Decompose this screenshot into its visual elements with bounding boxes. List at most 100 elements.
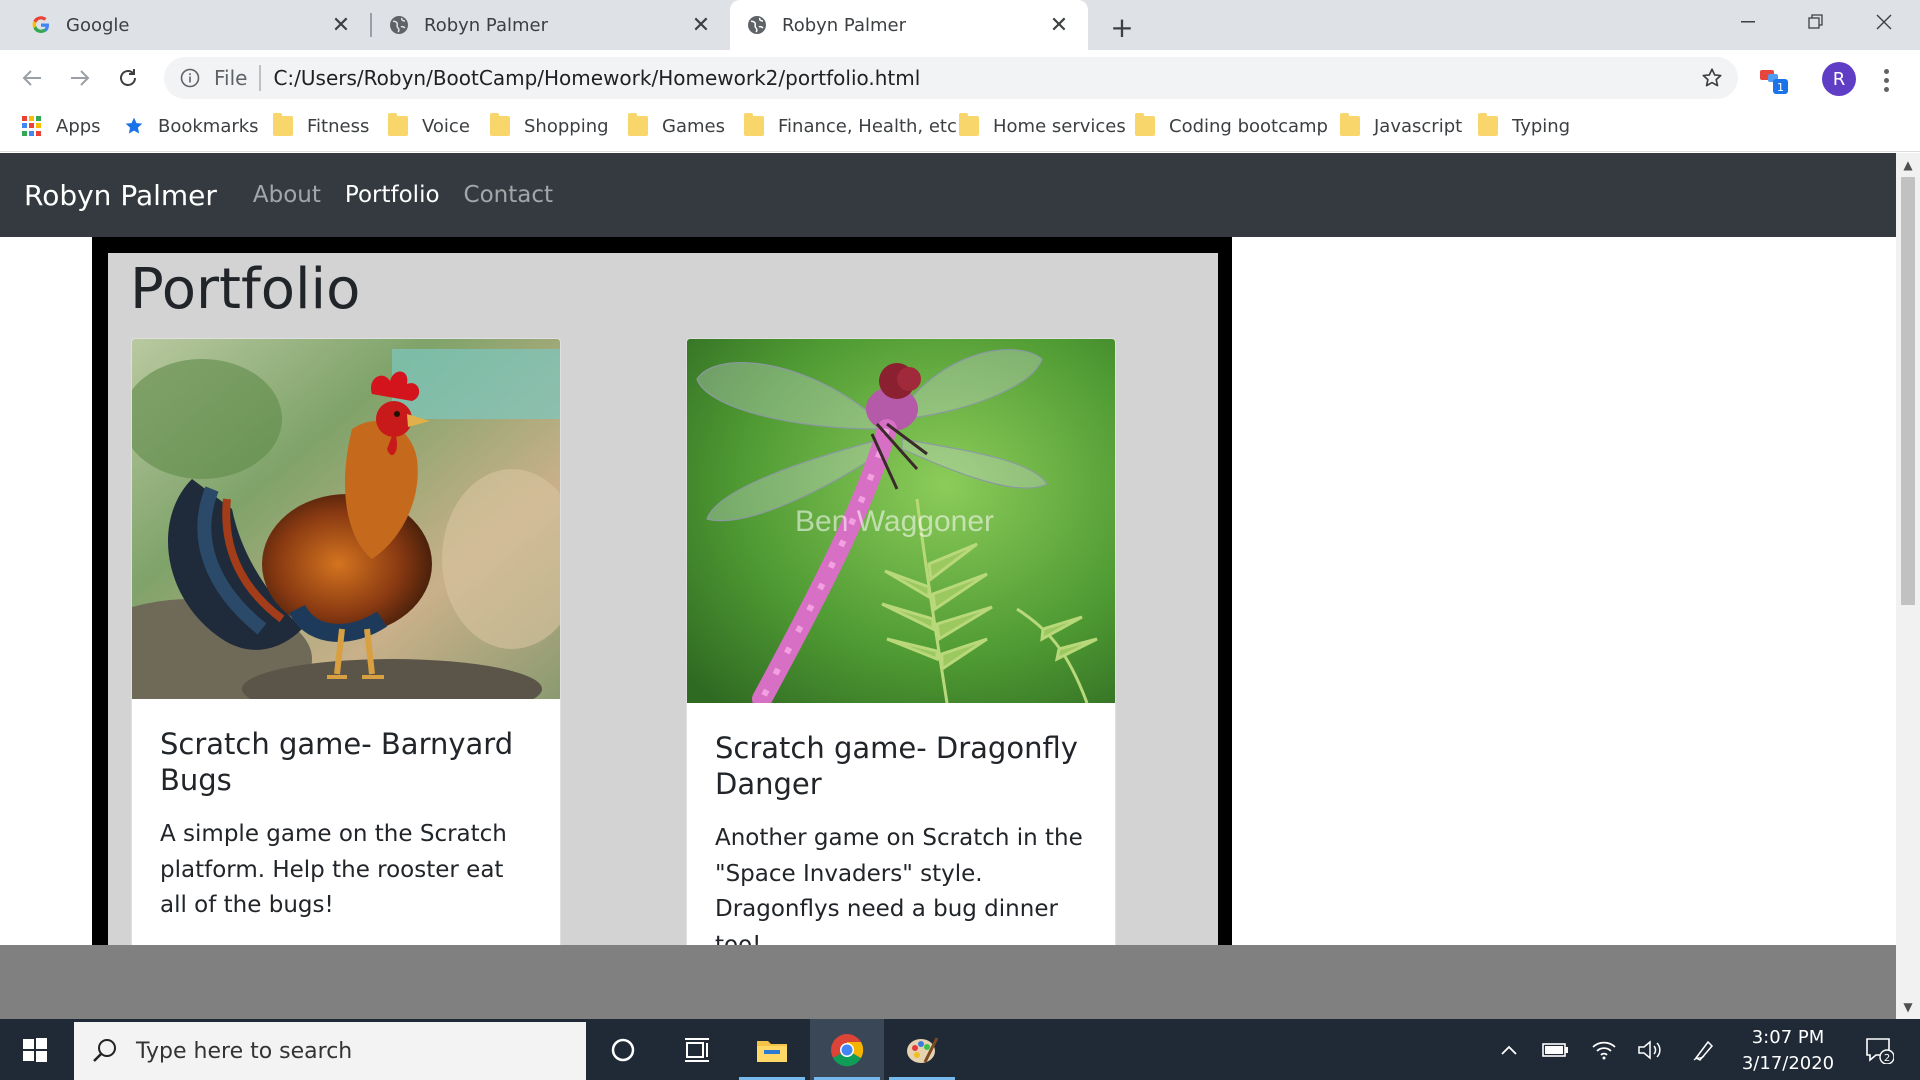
pen-ink-icon[interactable] [1686, 1019, 1722, 1080]
tab-robyn-palmer-active[interactable]: Robyn Palmer ✕ [730, 0, 1088, 50]
bookmark-label: Javascript [1374, 115, 1463, 137]
nav-about[interactable]: About [253, 182, 321, 208]
bookmark-typing[interactable]: Typing [1478, 106, 1570, 146]
google-icon [30, 14, 52, 36]
address-divider [259, 65, 262, 91]
url-text[interactable]: C:/Users/Robyn/BootCamp/Homework/Homewor… [273, 66, 1692, 90]
browser-toolbar: File C:/Users/Robyn/BootCamp/Homework/Ho… [0, 50, 1920, 106]
forward-arrow-icon[interactable] [60, 58, 100, 98]
bookmark-bookmarks[interactable]: Bookmarks [124, 106, 259, 146]
file-explorer-icon[interactable] [735, 1019, 809, 1080]
profile-avatar[interactable]: R [1822, 62, 1856, 96]
extension-badge: 1 [1777, 81, 1784, 94]
card-body: Scratch game- Barnyard Bugs A simple gam… [132, 699, 560, 945]
tab-robyn-palmer-1[interactable]: Robyn Palmer ✕ [372, 0, 730, 50]
bookmark-label: Shopping [524, 115, 609, 137]
paint-icon[interactable] [885, 1019, 959, 1080]
card-body: Scratch game- Dragonfly Danger Another g… [687, 703, 1115, 945]
folder-icon [628, 113, 648, 136]
bookmark-label: Coding bootcamp [1169, 115, 1328, 137]
bookmarks-bar: Apps Bookmarks Fitness Voice Shopping Ga… [0, 106, 1920, 152]
tab-title: Robyn Palmer [424, 14, 549, 36]
bookmark-label: Voice [422, 115, 470, 137]
search-placeholder: Type here to search [136, 1038, 353, 1064]
close-tab-icon[interactable]: ✕ [326, 10, 356, 40]
wifi-icon[interactable] [1586, 1019, 1622, 1080]
folder-icon [273, 113, 293, 136]
bookmark-shopping[interactable]: Shopping [490, 106, 609, 146]
bookmark-javascript[interactable]: Javascript [1340, 106, 1462, 146]
project-card-barnyard-bugs[interactable]: Scratch game- Barnyard Bugs A simple gam… [131, 338, 561, 945]
restore-icon[interactable] [1782, 0, 1850, 44]
folder-icon [1340, 113, 1360, 136]
dragonfly-photo[interactable]: Ben Waggoner [687, 339, 1115, 703]
reload-icon[interactable] [108, 58, 148, 98]
action-center-icon[interactable]: 2 [1854, 1019, 1904, 1080]
scroll-down-arrow-icon[interactable]: ▼ [1896, 997, 1920, 1017]
globe-icon [388, 14, 410, 36]
extension-icon[interactable]: 1 [1756, 62, 1792, 98]
bookmark-label: Home services [993, 115, 1126, 137]
bookmark-label: Apps [56, 115, 101, 137]
site-navbar: Robyn Palmer About Portfolio Contact [0, 153, 1896, 237]
task-view-icon[interactable] [660, 1019, 734, 1080]
show-hidden-icons-icon[interactable] [1494, 1019, 1524, 1080]
info-icon[interactable] [178, 66, 202, 90]
folder-icon [1478, 113, 1498, 136]
taskbar-clock[interactable]: 3:07 PM 3/17/2020 [1724, 1025, 1852, 1077]
nav-contact[interactable]: Contact [464, 182, 553, 208]
browser-menu-icon[interactable] [1874, 62, 1898, 98]
bookmark-voice[interactable]: Voice [388, 106, 470, 146]
windows-taskbar: Type here to search 3:07 PM 3/17/2020 2 [0, 1019, 1920, 1080]
card-title: Scratch game- Dragonfly Danger [715, 731, 1078, 801]
tab-google[interactable]: Google ✕ [0, 0, 370, 50]
close-tab-icon[interactable]: ✕ [686, 10, 716, 40]
address-bar[interactable]: File C:/Users/Robyn/BootCamp/Homework/Ho… [164, 57, 1738, 99]
bookmark-label: Typing [1512, 115, 1571, 137]
page-viewport: Robyn Palmer About Portfolio Contact Por… [0, 153, 1896, 945]
apps-grid-icon [22, 116, 42, 136]
bookmark-coding-bootcamp[interactable]: Coding bootcamp [1135, 106, 1328, 146]
bookmark-games[interactable]: Games [628, 106, 725, 146]
bookmark-finance[interactable]: Finance, Health, etc [744, 106, 957, 146]
battery-icon[interactable] [1538, 1019, 1574, 1080]
taskbar-search-box[interactable]: Type here to search [74, 1022, 586, 1080]
page-scrollbar[interactable]: ▲ ▼ [1896, 153, 1920, 1019]
windows-start-icon[interactable] [0, 1019, 70, 1080]
scroll-up-arrow-icon[interactable]: ▲ [1896, 155, 1920, 175]
folder-icon [959, 113, 979, 136]
tab-strip: Google ✕ Robyn Palmer ✕ Robyn Palmer ✕ + [0, 0, 1920, 50]
image-watermark: Ben Waggoner [795, 505, 995, 538]
page-title: Portfolio [130, 257, 361, 322]
scrollbar-thumb[interactable] [1901, 177, 1915, 605]
volume-icon[interactable] [1632, 1019, 1668, 1080]
star-icon [124, 116, 144, 136]
rooster-photo[interactable] [132, 339, 560, 699]
bookmark-apps[interactable]: Apps [22, 106, 101, 146]
site-brand[interactable]: Robyn Palmer [24, 179, 217, 212]
bookmark-fitness[interactable]: Fitness [273, 106, 369, 146]
clock-time: 3:07 PM [1751, 1027, 1825, 1048]
back-arrow-icon[interactable] [12, 58, 52, 98]
bookmark-home-services[interactable]: Home services [959, 106, 1126, 146]
card-text: A simple game on the Scratch platform. H… [160, 820, 507, 919]
page-footer-band [0, 945, 1896, 1019]
folder-icon [744, 113, 764, 136]
nav-portfolio[interactable]: Portfolio [345, 182, 440, 208]
cortana-icon[interactable] [586, 1019, 660, 1080]
bookmark-star-icon[interactable] [1692, 58, 1732, 98]
minimize-icon[interactable] [1714, 0, 1782, 44]
tab-title: Google [66, 14, 130, 36]
bookmark-label: Bookmarks [158, 115, 259, 137]
chrome-icon[interactable] [810, 1019, 884, 1080]
tab-title: Robyn Palmer [782, 14, 907, 36]
close-window-icon[interactable] [1850, 0, 1918, 44]
project-card-dragonfly-danger[interactable]: Ben Waggoner Scratch game- Dragonfly Dan… [686, 338, 1116, 945]
search-icon [90, 1036, 120, 1066]
new-tab-button[interactable]: + [1105, 10, 1139, 44]
folder-icon [388, 113, 408, 136]
card-text: Another game on Scratch in the "Space In… [715, 824, 1083, 945]
url-scheme: File [214, 66, 248, 90]
close-tab-icon[interactable]: ✕ [1044, 10, 1074, 40]
notification-count: 2 [1884, 1053, 1890, 1064]
